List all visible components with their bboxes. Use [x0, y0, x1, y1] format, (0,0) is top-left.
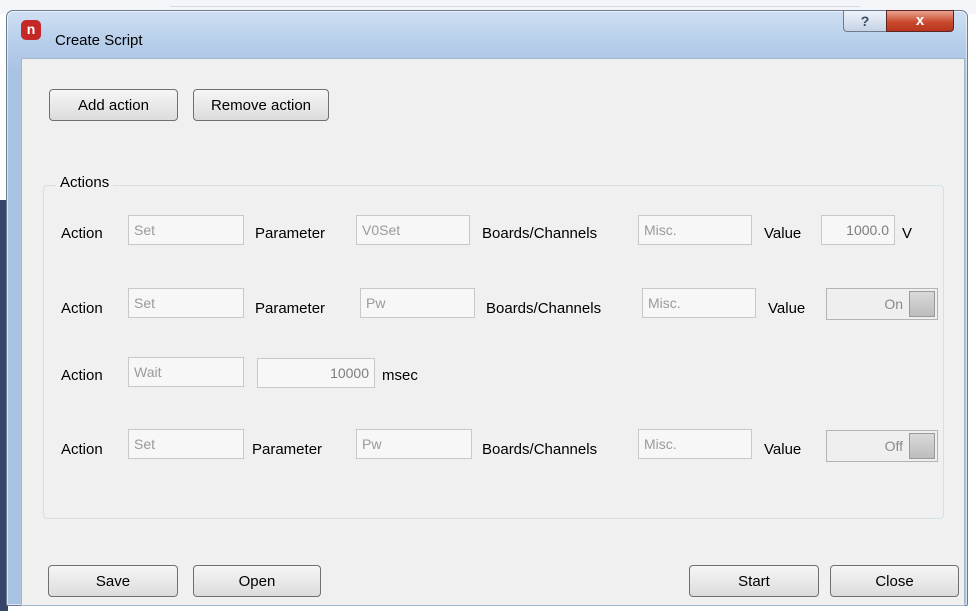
- n-logo-icon: n: [21, 20, 41, 40]
- close-button[interactable]: Close: [830, 565, 959, 597]
- action-label: Action: [61, 225, 103, 242]
- open-button[interactable]: Open: [193, 565, 321, 597]
- toggle-knob[interactable]: [909, 433, 935, 459]
- parameter-field[interactable]: V0Set: [356, 215, 470, 245]
- toggle-state-label: Off: [884, 438, 903, 454]
- power-toggle[interactable]: On: [826, 288, 938, 320]
- action-type-field[interactable]: Set: [128, 429, 244, 459]
- dialog-body: Add action Remove action Actions Action …: [21, 58, 965, 606]
- remove-action-button[interactable]: Remove action: [193, 89, 329, 121]
- parameter-field[interactable]: Pw: [356, 429, 472, 459]
- boards-channels-label: Boards/Channels: [482, 225, 598, 242]
- wait-duration-field[interactable]: 10000: [257, 358, 375, 388]
- add-action-button[interactable]: Add action: [49, 89, 178, 121]
- power-toggle[interactable]: Off: [826, 430, 938, 462]
- boards-channels-field[interactable]: Misc.: [638, 429, 752, 459]
- window-close-button[interactable]: x: [886, 10, 954, 32]
- action-label: Action: [61, 300, 103, 317]
- action-type-field[interactable]: Set: [128, 288, 244, 318]
- boards-channels-label: Boards/Channels: [482, 441, 598, 458]
- toggle-state-label: On: [884, 296, 903, 312]
- create-script-dialog: n Create Script ? x Add action Remove ac…: [6, 10, 968, 606]
- dialog-title: Create Script: [55, 32, 143, 49]
- parameter-label: Parameter: [252, 441, 323, 458]
- save-button[interactable]: Save: [48, 565, 178, 597]
- wait-unit-label: msec: [382, 367, 418, 384]
- value-label: Value: [768, 300, 806, 317]
- background-ruler: [170, 6, 860, 7]
- parameter-label: Parameter: [255, 225, 326, 242]
- value-field[interactable]: 1000.0: [821, 215, 895, 245]
- toggle-knob[interactable]: [909, 291, 935, 317]
- boards-channels-field[interactable]: Misc.: [638, 215, 752, 245]
- action-label: Action: [61, 441, 103, 458]
- actions-group-title: Actions: [56, 174, 114, 191]
- action-type-field[interactable]: Set: [128, 215, 244, 245]
- parameter-label: Parameter: [255, 300, 326, 317]
- boards-channels-field[interactable]: Misc.: [642, 288, 756, 318]
- value-label: Value: [764, 441, 802, 458]
- action-label: Action: [61, 367, 103, 384]
- value-label: Value: [764, 225, 802, 242]
- action-type-field[interactable]: Wait: [128, 357, 244, 387]
- value-unit: V: [902, 225, 913, 242]
- start-button[interactable]: Start: [689, 565, 819, 597]
- boards-channels-label: Boards/Channels: [486, 300, 602, 317]
- parameter-field[interactable]: Pw: [360, 288, 475, 318]
- help-button[interactable]: ?: [843, 10, 887, 32]
